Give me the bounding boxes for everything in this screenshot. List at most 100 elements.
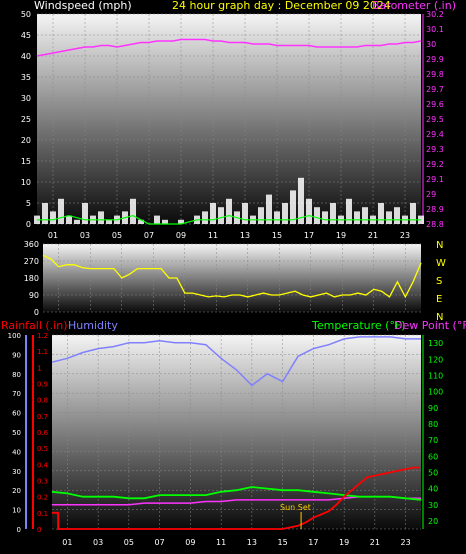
- windspeed-bar: [386, 211, 392, 224]
- wind-x-tick-label: 15: [272, 231, 282, 240]
- barometer-tick-label: 29.1: [426, 175, 444, 184]
- barometer-tick-label: 28.9: [426, 205, 444, 214]
- wind-x-tick-label: 21: [368, 231, 378, 240]
- compass-label: N: [436, 240, 443, 251]
- temperature-x-tick-label: 09: [185, 538, 195, 547]
- wind-x-tick-label: 17: [304, 231, 314, 240]
- direction-tick-label: 180: [24, 274, 39, 283]
- barometer-tick-label: 29.4: [426, 130, 444, 139]
- rain-tick-label: 1.1: [37, 348, 48, 356]
- wind-ticks: 0 5 10 15 20 25 30 35 40 45 50: [21, 10, 31, 229]
- barometer-tick-label: 29: [426, 190, 436, 199]
- x-ticks-wind: 01 03 05 07 09 11 13 15 17 19 21 23: [48, 231, 410, 240]
- temperature-tick-label: 90: [428, 404, 438, 413]
- barometer-tick-label: 29.5: [426, 115, 444, 124]
- wind-tick-label: 10: [21, 178, 31, 187]
- rain-tick-label: 0.4: [37, 461, 49, 469]
- humidity-tick-label: 30: [12, 468, 21, 476]
- humidity-tick-label: 70: [12, 390, 21, 398]
- temperature-tick-label: 40: [428, 485, 438, 494]
- weather-chart: Windspeed (mph) 24 hour graph day : Dece…: [1, 0, 466, 547]
- humidity-tick-label: 0: [17, 526, 21, 534]
- temperature-tick-label: 110: [428, 371, 443, 380]
- humidity-tick-label: 40: [12, 448, 21, 456]
- wind-tick-label: 50: [21, 10, 31, 19]
- rain-tick-label: 0: [37, 526, 41, 534]
- wind-x-tick-label: 03: [80, 231, 90, 240]
- windspeed-axis-label: Windspeed (mph): [34, 0, 132, 12]
- windspeed-bar: [210, 203, 216, 224]
- windspeed-bar: [74, 219, 80, 224]
- humidity-tick-label: 20: [12, 487, 21, 495]
- barometer-tick-label: 29.6: [426, 100, 444, 109]
- windspeed-bar: [354, 211, 360, 224]
- humidity-axis-label: Humidity: [68, 319, 118, 332]
- windspeed-bar: [162, 219, 168, 224]
- temperature-x-tick-label: 03: [93, 538, 103, 547]
- temperature-tick-label: 70: [428, 436, 438, 445]
- windspeed-bar: [362, 207, 368, 224]
- humidity-tick-label: 50: [12, 429, 21, 437]
- rain-tick-label: 0.8: [37, 397, 48, 405]
- wind-x-tick-label: 11: [208, 231, 218, 240]
- wind-tick-label: 5: [26, 199, 31, 208]
- temperature-tick-label: 30: [428, 501, 438, 510]
- wind-tick-label: 20: [21, 136, 31, 145]
- barometer-tick-label: 29.2: [426, 160, 444, 169]
- windspeed-bar: [378, 203, 384, 224]
- barometer-tick-label: 29.3: [426, 145, 444, 154]
- direction-tick-label: 360: [24, 240, 39, 249]
- dew-point-axis-label: Dew Point (°F): [394, 319, 466, 332]
- temperature-x-tick-label: 07: [155, 538, 165, 547]
- barometer-tick-label: 29.7: [426, 85, 444, 94]
- temperature-tick-label: 100: [428, 388, 443, 397]
- wind-tick-label: 35: [21, 73, 31, 82]
- windspeed-bar: [66, 215, 72, 224]
- windspeed-bar: [154, 215, 160, 224]
- windspeed-bar: [50, 211, 56, 224]
- rain-tick-label: 1: [37, 364, 41, 372]
- wind-tick-label: 15: [21, 157, 31, 166]
- windspeed-bar: [226, 198, 232, 224]
- panel-wind-barometer: 05101520253035404550 28.828.92929.129.22…: [21, 10, 444, 240]
- windspeed-bar: [322, 211, 328, 224]
- wind-x-tick-label: 01: [48, 231, 58, 240]
- wind-tick-label: 0: [26, 220, 31, 229]
- rain-tick-label: 0.9: [37, 381, 48, 389]
- wind-tick-label: 45: [21, 31, 31, 40]
- rainfall-axis-label: Rainfall (.in): [1, 319, 68, 332]
- wind-tick-label: 30: [21, 94, 31, 103]
- windspeed-bar: [202, 211, 208, 224]
- rain-tick-label: 1.2: [37, 332, 48, 340]
- windspeed-bar: [394, 207, 400, 224]
- compass-label: S: [436, 276, 442, 287]
- windspeed-bar: [106, 219, 112, 224]
- panel-wind-direction: 090180270360 NWSEN: [24, 240, 446, 323]
- wind-x-tick-label: 05: [112, 231, 122, 240]
- barometer-tick-label: 30: [426, 40, 436, 49]
- temperature-x-tick-label: 05: [124, 538, 134, 547]
- temperature-tick-label: 130: [428, 339, 443, 348]
- wind-x-tick-label: 13: [240, 231, 250, 240]
- windspeed-bar: [242, 203, 248, 224]
- direction-ticks: 0 90 180 270 360: [24, 240, 39, 317]
- temperature-x-tick-label: 21: [370, 538, 380, 547]
- temperature-tick-label: 50: [428, 468, 438, 477]
- rain-tick-label: 0.5: [37, 445, 48, 453]
- compass-ticks: NWSEN: [436, 240, 446, 323]
- temperature-tick-label: 20: [428, 517, 438, 526]
- panel-rain-humidity-temperature: 0102030405060708090100 00.10.20.30.40.50…: [8, 332, 444, 547]
- temperature-x-tick-label: 01: [62, 538, 72, 547]
- temperature-x-tick-label: 15: [278, 538, 288, 547]
- chart-title: 24 hour graph day : December 09 2024: [172, 0, 391, 12]
- windspeed-bar: [98, 211, 104, 224]
- windspeed-bar: [306, 198, 312, 224]
- windspeed-bar: [314, 207, 320, 224]
- humidity-tick-label: 10: [12, 507, 21, 515]
- windspeed-bar: [58, 198, 64, 224]
- temperature-tick-label: 120: [428, 355, 443, 364]
- humidity-tick-label: 80: [12, 371, 21, 379]
- direction-tick-label: 90: [29, 291, 39, 300]
- windspeed-bar: [274, 211, 280, 224]
- temperature-tick-label: 60: [428, 452, 438, 461]
